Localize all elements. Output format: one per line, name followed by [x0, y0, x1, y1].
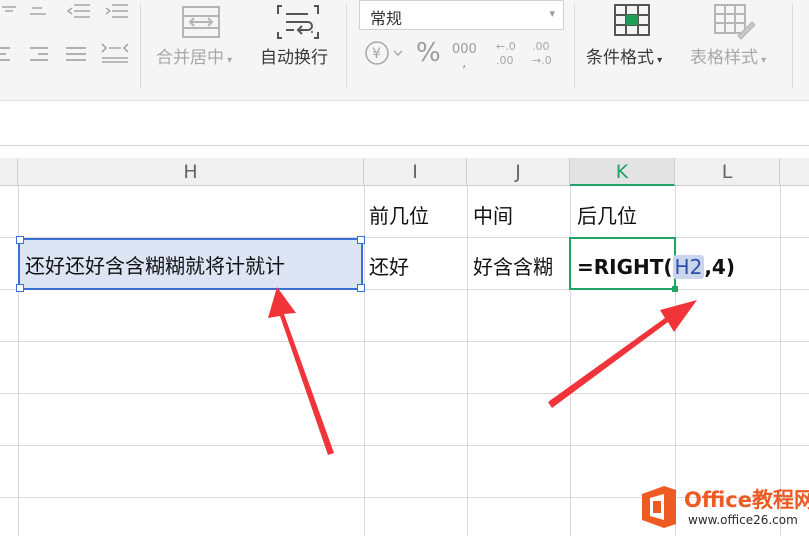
- arrow-to-formula-cell: [548, 300, 697, 408]
- formula-cell-reference: H2: [672, 255, 705, 279]
- watermark-brand: Office教程网: [684, 488, 809, 512]
- formula-args: ,4): [704, 255, 735, 279]
- cell-k2-formula[interactable]: =RIGHT(H2,4): [577, 255, 735, 279]
- arrow-to-source-cell: [268, 287, 334, 455]
- watermark-url: www.office26.com: [688, 513, 798, 527]
- fill-handle[interactable]: [672, 286, 678, 292]
- formula-function: =RIGHT(: [577, 255, 673, 279]
- office-logo-icon: [640, 486, 678, 532]
